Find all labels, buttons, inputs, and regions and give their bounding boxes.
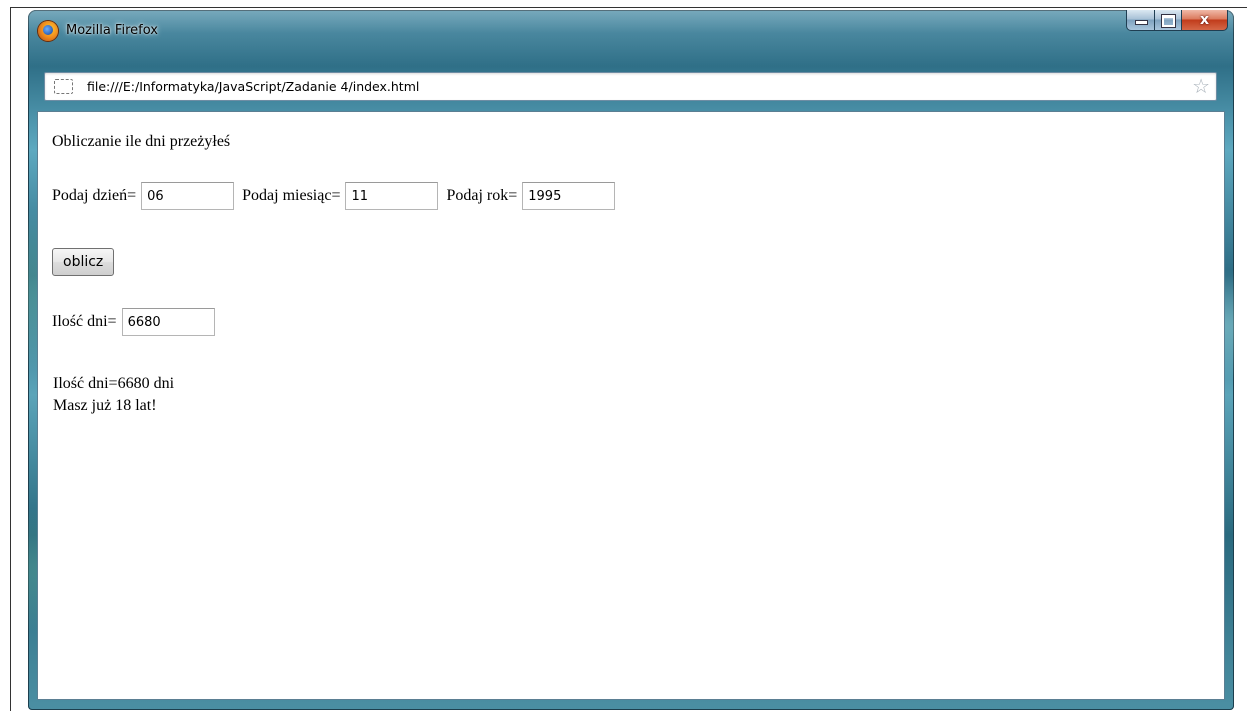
- minimize-icon[interactable]: [1126, 10, 1155, 31]
- window-controls: x: [1126, 10, 1228, 32]
- title-bar[interactable]: Mozilla Firefox x: [28, 10, 1234, 68]
- close-icon[interactable]: x: [1182, 10, 1228, 31]
- month-label: Podaj miesiąc=: [242, 187, 341, 204]
- calculate-button[interactable]: oblicz: [52, 248, 115, 276]
- output-days-text: Ilość dni=6680 dni: [53, 375, 175, 392]
- day-label: Podaj dzień=: [52, 187, 137, 204]
- result-output: Ilość dni=6680 dni Masz już 18 lat!: [53, 373, 174, 417]
- screenshot-frame: Mozilla Firefox x file:///E:/Informatyka…: [0, 0, 1247, 711]
- maximize-icon[interactable]: [1155, 10, 1182, 31]
- close-symbol: x: [1199, 12, 1210, 28]
- result-row: Ilość dni=: [52, 308, 223, 336]
- button-row: oblicz: [52, 248, 115, 276]
- date-input-row: Podaj dzień= Podaj miesiąc= Podaj rok=: [52, 182, 623, 210]
- page-content: Obliczanie ile dni przeżyłeś Podaj dzień…: [37, 111, 1225, 700]
- firefox-icon[interactable]: [38, 21, 58, 41]
- frame-top-border: [10, 7, 1247, 8]
- days-label: Ilość dni=: [52, 313, 117, 330]
- bookmark-star-icon[interactable]: ☆: [1192, 75, 1210, 97]
- day-input[interactable]: [141, 182, 235, 210]
- window-title: Mozilla Firefox: [66, 23, 158, 38]
- browser-window: Mozilla Firefox x file:///E:/Informatyka…: [28, 10, 1234, 710]
- month-input[interactable]: [345, 182, 439, 210]
- page-heading: Obliczanie ile dni przeżyłeś: [52, 133, 231, 150]
- output-age-text: Masz już 18 lat!: [53, 397, 157, 414]
- page-icon: [54, 79, 73, 94]
- url-text[interactable]: file:///E:/Informatyka/JavaScript/Zadani…: [87, 79, 419, 94]
- frame-left-border: [10, 8, 11, 711]
- days-output-field[interactable]: [121, 308, 215, 336]
- address-bar[interactable]: file:///E:/Informatyka/JavaScript/Zadani…: [44, 72, 1217, 101]
- year-label: Podaj rok=: [446, 187, 518, 204]
- year-input[interactable]: [522, 182, 616, 210]
